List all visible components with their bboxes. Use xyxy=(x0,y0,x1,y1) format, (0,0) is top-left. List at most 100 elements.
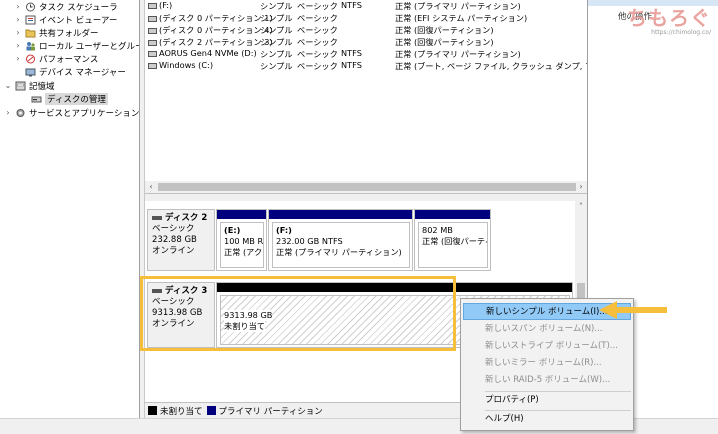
volume-fs: NTFS xyxy=(341,48,362,58)
partition-bar xyxy=(217,283,572,292)
tree-item-device-manager[interactable]: デバイス マネージャー xyxy=(14,65,126,78)
partition-f[interactable]: (F:) 232.00 GB NTFS 正常 (プライマリ パーティション) xyxy=(268,209,413,271)
menu-new-simple-volume[interactable]: 新しいシンプル ボリューム(I)... xyxy=(463,303,631,320)
disk-type: ベーシック xyxy=(152,297,195,307)
volume-row[interactable]: (ディスク 0 パーティション 4) シンプル ベーシック 正常 (回復パーティ… xyxy=(145,24,587,36)
scroll-right-icon[interactable]: › xyxy=(575,181,587,193)
chevron-right-icon[interactable]: › xyxy=(14,28,22,37)
menu-new-mirrored-volume[interactable]: 新しいミラー ボリューム(R)... xyxy=(463,355,631,372)
disk-size: 232.88 GB xyxy=(152,235,197,245)
menu-new-spanned-volume[interactable]: 新しいスパン ボリューム(N)... xyxy=(463,321,631,338)
legend-primary: プライマリ パーティション xyxy=(206,405,323,417)
partition-title: (F:) xyxy=(276,225,292,235)
partition-status: 正常 (アクティ xyxy=(224,247,263,257)
tree-item-label: パフォーマンス xyxy=(39,54,99,65)
computer-management-window: › タスク スケジューラ › イベント ビューアー › 共有フォルダー › ロー… xyxy=(0,0,718,434)
clock-icon xyxy=(25,2,36,12)
menu-new-striped-volume[interactable]: 新しいストライプ ボリューム(T)... xyxy=(463,338,631,355)
event-viewer-icon xyxy=(25,15,36,25)
disk-2-label[interactable]: ディスク 2 ベーシック 232.88 GB オンライン xyxy=(147,209,215,271)
horizontal-splitter[interactable] xyxy=(145,193,587,201)
volume-status: 正常 (プライマリ パーティション) xyxy=(395,1,521,11)
volume-row[interactable]: AORUS Gen4 NVMe (D:) シンプル ベーシック NTFS 正常 … xyxy=(145,48,587,60)
volume-type: ベーシック xyxy=(297,37,338,47)
tree-item-task-scheduler[interactable]: › タスク スケジューラ xyxy=(14,0,118,13)
volume-status: 正常 (ブート, ページ ファイル, クラッシュ ダンプ, プライマリ パ xyxy=(395,61,587,71)
volume-row[interactable]: Windows (C:) シンプル ベーシック NTFS 正常 (ブート, ペー… xyxy=(145,60,587,72)
navigation-tree: › タスク スケジューラ › イベント ビューアー › 共有フォルダー › ロー… xyxy=(0,0,152,418)
scroll-up-icon[interactable]: ˄ xyxy=(575,201,587,213)
volume-name: (ディスク 0 パーティション 1) xyxy=(159,13,273,23)
menu-new-raid5-volume[interactable]: 新しい RAID-5 ボリューム(W)... xyxy=(463,372,631,389)
legend-unallocated: 未割り当て xyxy=(148,405,203,417)
volume-name: AORUS Gen4 NVMe (D:) xyxy=(159,48,257,58)
partition-status: 正常 (プライマリ パーティション) xyxy=(276,247,402,257)
unallocated-status: 未割り当て xyxy=(224,321,265,332)
unallocated-size: 9313.98 GB xyxy=(224,310,273,321)
performance-icon xyxy=(25,54,36,64)
scroll-thumb[interactable] xyxy=(158,183,576,191)
tree-item-storage[interactable]: ⌄ 記憶域 xyxy=(4,79,55,92)
partition-body: (F:) 232.00 GB NTFS 正常 (プライマリ パーティション) xyxy=(272,222,410,268)
tree-item-label: ローカル ユーザーとグループ xyxy=(39,41,152,52)
partition-size: 232.00 GB NTFS xyxy=(276,236,343,246)
context-menu: 新しいシンプル ボリューム(I)... 新しいスパン ボリューム(N)... 新… xyxy=(460,298,634,431)
volume-name: (ディスク 0 パーティション 4) xyxy=(159,25,273,35)
volume-name: Windows (C:) xyxy=(159,60,214,70)
partition-size: 100 MB RA xyxy=(224,236,263,246)
chevron-right-icon[interactable]: › xyxy=(14,15,22,24)
menu-properties[interactable]: プロパティ(P) xyxy=(463,392,631,409)
tree-item-label: ディスクの管理 xyxy=(45,92,108,105)
tree-item-performance[interactable]: › パフォーマンス xyxy=(14,52,98,65)
disk-name: ディスク 3 xyxy=(165,286,208,296)
volume-row[interactable]: (ディスク 0 パーティション 1) シンプル ベーシック 正常 (EFI シス… xyxy=(145,12,587,24)
partition-title: (E:) xyxy=(224,225,241,235)
horizontal-scrollbar[interactable]: ‹ › xyxy=(145,181,587,193)
disk-state: オンライン xyxy=(152,246,195,256)
volume-status: 正常 (回復パーティション) xyxy=(395,37,494,47)
legend-swatch xyxy=(148,406,157,415)
chevron-right-icon[interactable]: › xyxy=(14,54,22,63)
disk-3-label[interactable]: ディスク 3 ベーシック 9313.98 GB オンライン xyxy=(147,282,215,348)
volume-row[interactable]: (F:) シンプル ベーシック NTFS 正常 (プライマリ パーティション) xyxy=(145,0,587,12)
tree-item-local-users[interactable]: › ローカル ユーザーとグループ xyxy=(14,39,152,52)
disk-state: オンライン xyxy=(152,319,195,329)
chevron-right-icon[interactable]: › xyxy=(14,2,22,11)
volume-type: ベーシック xyxy=(297,13,338,23)
partition-recovery[interactable]: 802 MB 正常 (回復パーティ xyxy=(414,209,491,271)
disk-icon xyxy=(152,288,162,293)
partition-e[interactable]: (E:) 100 MB RA 正常 (アクティ xyxy=(216,209,267,271)
volume-row[interactable]: (ディスク 2 パーティション 3) シンプル ベーシック 正常 (回復パーティ… xyxy=(145,36,587,48)
tree-item-event-viewer[interactable]: › イベント ビューアー xyxy=(14,13,117,26)
tree-item-services-apps[interactable]: › サービスとアプリケーション xyxy=(4,106,139,119)
scroll-left-icon[interactable]: ‹ xyxy=(145,181,157,193)
volume-status: 正常 (回復パーティション) xyxy=(395,25,494,35)
volume-icon xyxy=(148,62,157,69)
disk-icon xyxy=(152,215,162,220)
volume-list: (F:) シンプル ベーシック NTFS 正常 (プライマリ パーティション) … xyxy=(145,0,587,180)
tree-item-disk-management[interactable]: ディスクの管理 xyxy=(20,92,108,105)
chevron-right-icon[interactable]: › xyxy=(14,41,22,50)
menu-help[interactable]: ヘルプ(H) xyxy=(463,411,631,428)
tree-item-label: デバイス マネージャー xyxy=(39,67,126,78)
tree-item-label: タスク スケジューラ xyxy=(39,2,118,13)
volume-fs: NTFS xyxy=(341,0,362,10)
watermark: ちもろぐ https://chimolog.co/ xyxy=(627,2,711,36)
partition-size: 802 MB xyxy=(422,225,453,235)
volume-layout: シンプル xyxy=(260,61,293,71)
volume-icon xyxy=(148,50,157,57)
volume-type: ベーシック xyxy=(297,25,338,35)
folder-icon xyxy=(25,28,36,38)
watermark-logo: ちもろぐ xyxy=(627,6,711,30)
legend-swatch xyxy=(206,406,216,415)
users-icon xyxy=(25,41,36,51)
chevron-down-icon[interactable]: ⌄ xyxy=(4,81,12,90)
tree-item-shared-folders[interactable]: › 共有フォルダー xyxy=(14,26,98,39)
device-manager-icon xyxy=(25,67,36,77)
disk-management-icon xyxy=(31,94,42,104)
chevron-right-icon[interactable]: › xyxy=(4,108,12,117)
partition-bar xyxy=(415,210,490,219)
volume-status: 正常 (プライマリ パーティション) xyxy=(395,49,521,59)
volume-type: ベーシック xyxy=(297,61,338,71)
volume-status: 正常 (EFI システム パーティション) xyxy=(395,13,528,23)
